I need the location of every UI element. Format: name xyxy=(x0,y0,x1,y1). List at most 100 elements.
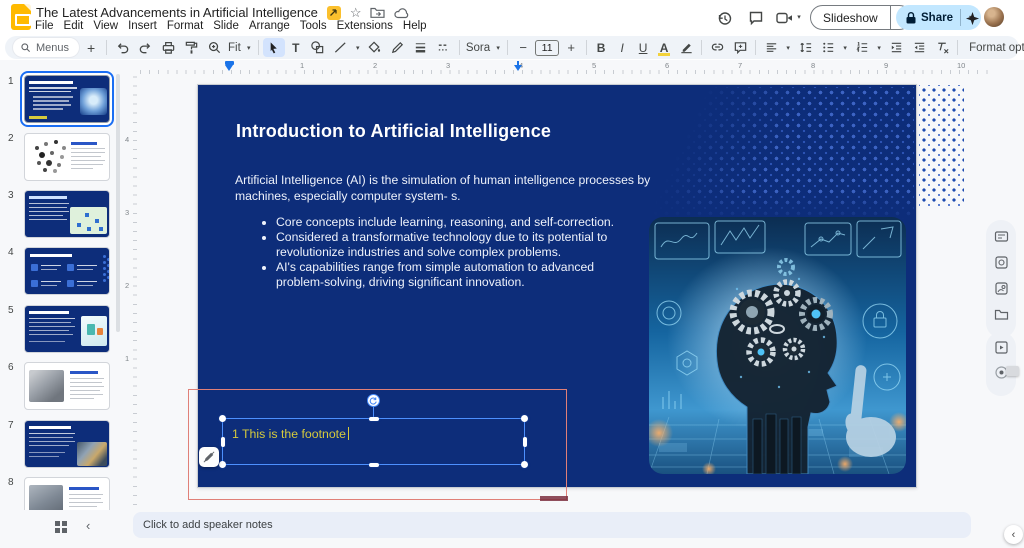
resize-handle-n[interactable] xyxy=(369,417,379,421)
pen-tool-floating-button[interactable] xyxy=(199,447,219,467)
menu-view[interactable]: View xyxy=(88,20,123,34)
slide-thumbnail-6[interactable] xyxy=(24,362,110,410)
meet-camera-icon[interactable] xyxy=(774,8,794,28)
slide-thumbnail-7[interactable] xyxy=(24,420,110,468)
document-title[interactable]: The Latest Advancements in Artificial In… xyxy=(36,5,318,20)
cursor-marker[interactable] xyxy=(514,65,522,75)
slide-thumbnail-2[interactable] xyxy=(24,133,110,181)
bullet-list[interactable]: Core concepts include learning, reasonin… xyxy=(260,215,628,290)
increase-font-button[interactable]: + xyxy=(560,38,582,57)
bullet-item[interactable]: AI's capabilities range from simple auto… xyxy=(276,260,628,290)
line-caret-icon[interactable]: ▾ xyxy=(353,44,363,52)
font-caret-icon[interactable]: ▾ xyxy=(493,44,503,52)
slideshow-addon-icon[interactable] xyxy=(994,340,1009,355)
indent-marker-triangle[interactable] xyxy=(225,65,233,75)
version-history-icon[interactable] xyxy=(714,8,734,28)
clear-formatting-button[interactable] xyxy=(931,38,953,57)
align-button[interactable] xyxy=(760,38,782,57)
new-slide-button[interactable]: + xyxy=(80,38,102,57)
slide-thumbnail-8[interactable] xyxy=(24,477,110,510)
footnote-text[interactable]: 1 This is the footnote xyxy=(232,427,349,441)
redo-button[interactable] xyxy=(134,38,156,57)
account-avatar[interactable] xyxy=(984,7,1004,27)
menu-file[interactable]: File xyxy=(30,20,59,34)
star-icon[interactable]: ☆ xyxy=(350,6,362,19)
zoom-button[interactable] xyxy=(203,38,225,57)
resize-handle-e[interactable] xyxy=(523,437,527,447)
slide-thumbnail-3[interactable] xyxy=(24,190,110,238)
side-panel-toggle-button[interactable]: ‹ xyxy=(1004,525,1023,544)
undo-button[interactable] xyxy=(111,38,133,57)
border-color-button[interactable] xyxy=(387,38,409,57)
vertical-ruler[interactable]: 4 3 2 1 xyxy=(124,75,137,505)
menu-arrange[interactable]: Arrange xyxy=(244,20,295,34)
menu-edit[interactable]: Edit xyxy=(59,20,89,34)
slide-thumbnail-5[interactable] xyxy=(24,305,110,353)
keep-icon[interactable] xyxy=(994,255,1009,270)
resize-handle-nw[interactable] xyxy=(219,415,226,422)
menu-slide[interactable]: Slide xyxy=(208,20,244,34)
resize-handle-se[interactable] xyxy=(521,461,528,468)
collapse-filmstrip-icon[interactable]: ‹ xyxy=(86,518,90,533)
footnote-textbox-selected[interactable]: 1 This is the footnote xyxy=(222,418,525,465)
resize-handle-sw[interactable] xyxy=(219,461,226,468)
underline-button[interactable]: U xyxy=(633,38,653,57)
bullet-item[interactable]: Core concepts include learning, reasonin… xyxy=(276,215,628,230)
zoom-value[interactable]: Fit xyxy=(226,42,243,54)
horizontal-ruler[interactable]: 1 2 3 4 5 6 7 8 9 10 xyxy=(140,61,988,74)
highlight-color-button[interactable] xyxy=(675,38,697,57)
speaker-notes-input[interactable]: Click to add speaker notes xyxy=(133,512,971,538)
numbered-list-caret-icon[interactable]: ▾ xyxy=(874,44,884,52)
increase-indent-button[interactable] xyxy=(885,38,907,57)
line-spacing-button[interactable] xyxy=(794,38,816,57)
fill-color-button[interactable] xyxy=(364,38,386,57)
format-options-button[interactable]: Format options xyxy=(962,42,1024,54)
font-size-input[interactable]: 11 xyxy=(535,40,559,56)
zoom-caret-icon[interactable]: ▾ xyxy=(244,44,254,52)
rotation-handle-icon[interactable] xyxy=(367,394,380,407)
slide-intro-paragraph[interactable]: Artificial Intelligence (AI) is the simu… xyxy=(235,173,665,204)
resize-handle-s[interactable] xyxy=(369,463,379,467)
bold-button[interactable]: B xyxy=(591,38,611,57)
slides-logo-icon[interactable] xyxy=(11,4,31,30)
align-caret-icon[interactable]: ▾ xyxy=(783,44,793,52)
move-folder-icon[interactable] xyxy=(370,6,385,19)
bulleted-list-button[interactable] xyxy=(817,38,839,57)
print-button[interactable] xyxy=(157,38,179,57)
numbered-list-button[interactable] xyxy=(851,38,873,57)
ai-head-image[interactable] xyxy=(649,217,906,474)
menus-search-button[interactable]: Menus xyxy=(13,38,79,57)
filmstrip-scrollbar[interactable] xyxy=(116,74,120,332)
line-tool-button[interactable] xyxy=(330,38,352,57)
shortcut-badge-icon[interactable] xyxy=(327,6,341,20)
resize-handle-w[interactable] xyxy=(221,437,225,447)
bulleted-list-caret-icon[interactable]: ▾ xyxy=(840,44,850,52)
text-box-tool-button[interactable]: T xyxy=(286,38,306,57)
contacts-icon[interactable] xyxy=(994,281,1009,296)
calendar-icon[interactable] xyxy=(994,229,1009,244)
folder-icon[interactable] xyxy=(994,307,1009,322)
insert-link-button[interactable] xyxy=(706,38,728,57)
menu-format[interactable]: Format xyxy=(162,20,208,34)
bullet-item[interactable]: Considered a transformative technology d… xyxy=(276,230,628,260)
border-weight-button[interactable] xyxy=(410,38,432,57)
slide-thumbnail-4[interactable] xyxy=(24,247,110,295)
insert-comment-button[interactable] xyxy=(729,38,751,57)
shapes-tool-button[interactable] xyxy=(307,38,329,57)
border-dash-button[interactable] xyxy=(433,38,455,57)
menu-tools[interactable]: Tools xyxy=(295,20,332,34)
grid-view-icon[interactable] xyxy=(55,521,60,526)
menu-insert[interactable]: Insert xyxy=(123,20,162,34)
resize-handle-ne[interactable] xyxy=(521,415,528,422)
menu-extensions[interactable]: Extensions xyxy=(332,20,398,34)
italic-button[interactable]: I xyxy=(612,38,632,57)
select-tool-button[interactable] xyxy=(263,38,285,57)
decrease-indent-button[interactable] xyxy=(908,38,930,57)
text-color-button[interactable]: A xyxy=(654,38,674,57)
decrease-font-button[interactable]: − xyxy=(512,38,534,57)
slide-title[interactable]: Introduction to Artificial Intelligence xyxy=(236,121,666,142)
gemini-sparkle-icon[interactable] xyxy=(962,8,982,28)
slide-thumbnail-1-selected[interactable] xyxy=(20,71,114,127)
paint-format-button[interactable] xyxy=(180,38,202,57)
slide-thumbnail-1[interactable] xyxy=(24,75,110,123)
